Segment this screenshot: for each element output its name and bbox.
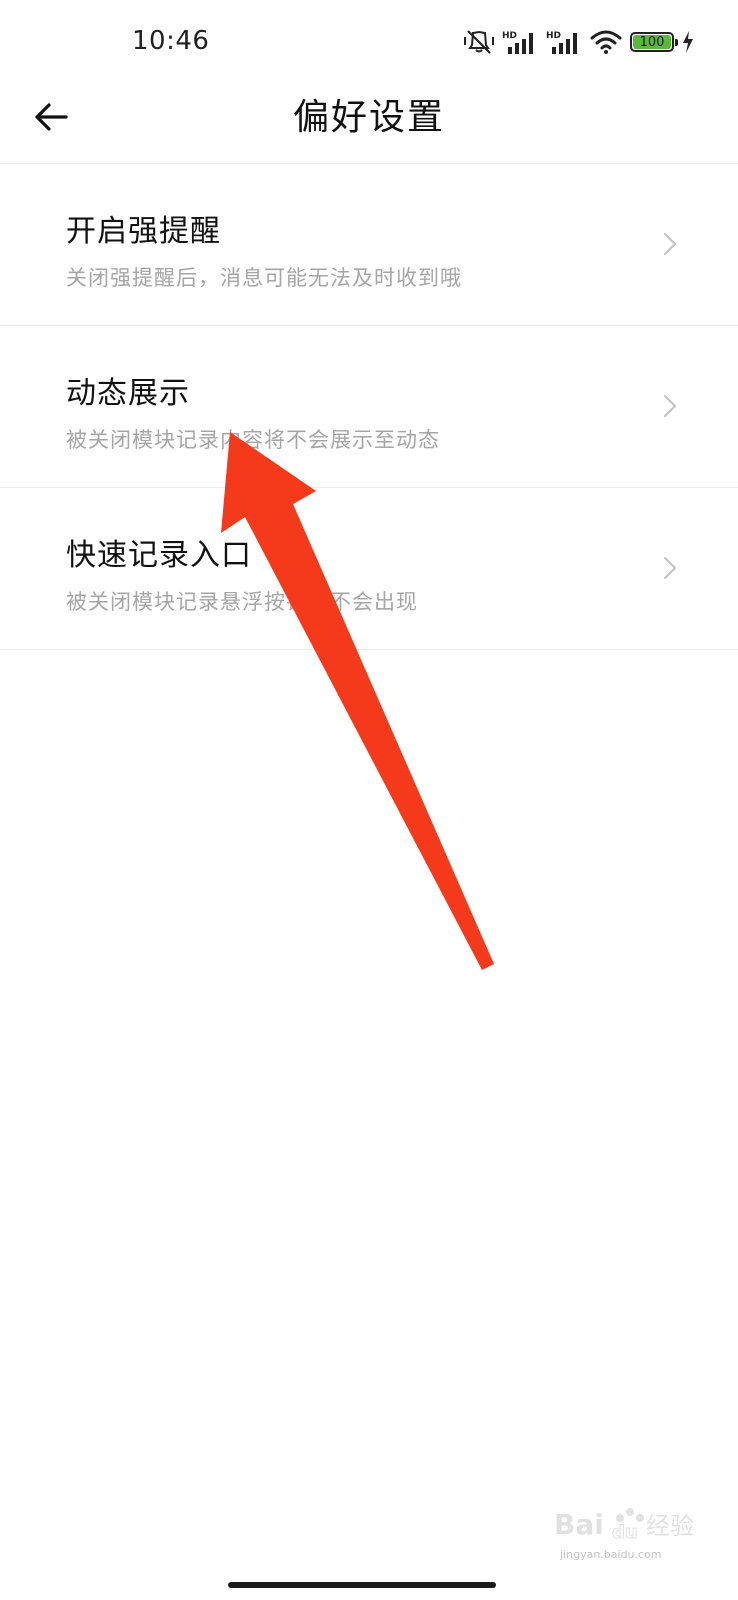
chevron-right-icon: [663, 394, 677, 418]
settings-row-quick-record[interactable]: 快速记录入口 被关闭模块记录悬浮按钮将不会出现: [0, 488, 738, 650]
signal-hd-icon: HD: [502, 29, 538, 55]
watermark-url: jingyan.baidu.com: [560, 1548, 662, 1561]
status-icons: HD HD 100: [464, 26, 694, 58]
header: 偏好设置: [0, 80, 738, 164]
row-description: 关闭强提醒后，消息可能无法及时收到哦: [66, 266, 462, 290]
charging-icon: [682, 31, 694, 53]
page-title: 偏好设置: [292, 97, 445, 138]
svg-text:经验: 经验: [646, 1512, 694, 1540]
settings-row-feed-display[interactable]: 动态展示 被关闭模块记录内容将不会展示至动态: [0, 326, 738, 488]
signal-hd-icon: HD: [546, 29, 582, 55]
status-bar: 10:46 HD HD 100: [0, 0, 738, 80]
svg-text:HD: HD: [502, 31, 517, 41]
chevron-right-icon: [663, 232, 677, 256]
chevron-right-icon: [663, 556, 677, 580]
wifi-icon: [590, 29, 622, 55]
row-description: 被关闭模块记录悬浮按钮将不会出现: [66, 590, 418, 614]
battery-icon: 100: [630, 32, 678, 52]
settings-list: 开启强提醒 关闭强提醒后，消息可能无法及时收到哦 动态展示 被关闭模块记录内容将…: [0, 164, 738, 650]
row-title: 开启强提醒: [66, 214, 221, 249]
status-time: 10:46: [132, 26, 210, 56]
row-description: 被关闭模块记录内容将不会展示至动态: [66, 428, 440, 452]
row-title: 动态展示: [66, 376, 190, 411]
svg-text:du: du: [612, 1522, 638, 1543]
svg-text:Bai: Bai: [554, 1508, 604, 1541]
row-title: 快速记录入口: [66, 538, 252, 573]
battery-level: 100: [639, 34, 665, 50]
settings-row-strong-reminder[interactable]: 开启强提醒 关闭强提醒后，消息可能无法及时收到哦: [0, 164, 738, 326]
vibrate-mute-icon: [464, 29, 494, 55]
baidu-jingyan-watermark: Bai du 经验: [554, 1508, 694, 1544]
home-indicator[interactable]: [228, 1582, 496, 1588]
svg-text:HD: HD: [546, 31, 561, 41]
